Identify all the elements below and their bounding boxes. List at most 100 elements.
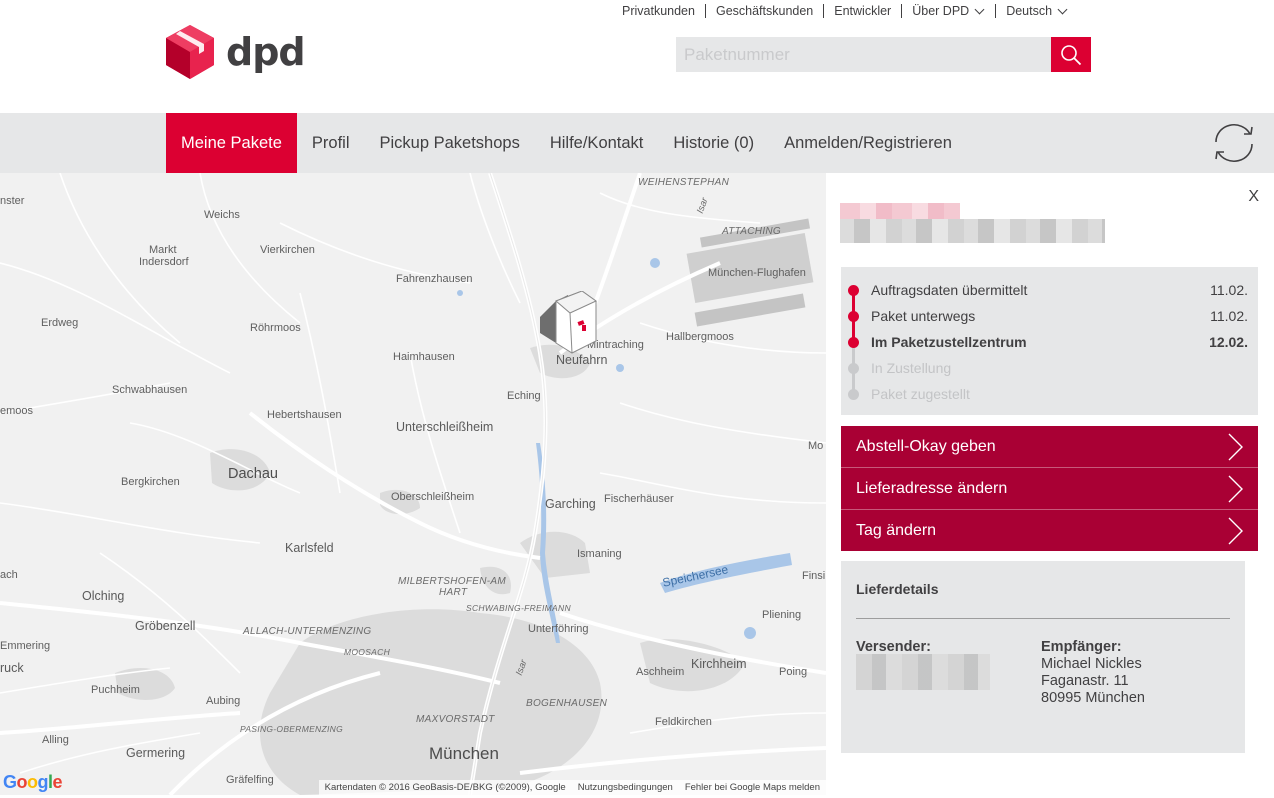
chevron-right-icon <box>1228 433 1243 461</box>
nav-tab-anmelden[interactable]: Anmelden/Registrieren <box>769 113 967 173</box>
status-label: Paket unterwegs <box>871 308 976 324</box>
chevron-down-icon <box>974 4 985 14</box>
nav-tab-profil[interactable]: Profil <box>297 113 365 173</box>
map-attribution: Kartendaten © 2016 GeoBasis-DE/BKG (©200… <box>324 782 566 793</box>
map-label: WEIHENSTEPHAN <box>638 177 730 188</box>
map-label: München-Flughafen <box>708 267 806 279</box>
map-label: Indersdorf <box>139 256 189 268</box>
refresh-icon <box>1215 124 1253 162</box>
utility-link-label: Privatkunden <box>622 4 695 18</box>
main-nav-bar: Meine Pakete Profil Pickup Paketshops Hi… <box>0 113 1274 173</box>
map-label: Dachau <box>228 466 278 482</box>
sender-heading: Versender: <box>856 639 931 655</box>
action-tag-aendern[interactable]: Tag ändern <box>841 510 1258 552</box>
details-divider <box>856 618 1230 619</box>
close-panel-button[interactable]: X <box>1248 188 1259 206</box>
chevron-right-icon <box>1228 517 1243 545</box>
map-label: Oberschleißheim <box>391 491 475 503</box>
map-label: Fischerhäuser <box>604 493 674 505</box>
google-logo[interactable]: Google <box>3 772 63 793</box>
action-label: Lieferadresse ändern <box>856 479 1008 497</box>
status-step: Paket unterwegs 11.02. <box>841 303 1258 329</box>
map-label: Pliening <box>762 609 802 621</box>
map-label: HART <box>439 587 468 598</box>
map-label: Markt <box>149 244 177 256</box>
redacted-parcel-title <box>840 203 960 219</box>
tracking-map[interactable]: WEIHENSTEPHAN Isar ATTACHING München-Flu… <box>0 173 826 795</box>
utility-link-label: Entwickler <box>834 4 892 18</box>
map-report-link[interactable]: Fehler bei Google Maps melden <box>679 782 826 793</box>
action-label: Tag ändern <box>856 522 937 539</box>
map-label: Mo <box>808 440 824 452</box>
map-label: Karlsfeld <box>285 541 334 555</box>
refresh-button[interactable] <box>1208 121 1260 165</box>
map-label: MOOSACH <box>344 647 391 657</box>
status-timeline: Auftragsdaten übermittelt 11.02. Paket u… <box>841 267 1258 415</box>
logo-wordmark: dpd <box>226 30 306 74</box>
map-label: Poing <box>779 666 808 678</box>
map-label: BOGENHAUSEN <box>526 698 608 709</box>
map-label: Emmering <box>0 640 51 652</box>
parcel-box-marker-icon[interactable] <box>538 291 600 357</box>
utility-link-geschaeftskunden[interactable]: Geschäftskunden <box>706 4 825 18</box>
map-label: ALLACH-UNTERMENZING <box>243 626 372 637</box>
map-label: Erdweg <box>41 317 79 329</box>
utility-link-entwickler[interactable]: Entwickler <box>824 4 903 18</box>
map-label: Gröbenzell <box>135 619 196 633</box>
search-icon <box>1061 44 1082 65</box>
search-input[interactable] <box>676 37 1051 72</box>
map-label: MAXVORSTADT <box>416 714 495 725</box>
map-label: Germering <box>126 746 186 760</box>
map-label: ach <box>0 569 18 581</box>
delivery-details: Lieferdetails Versender: Empfänger: Mich… <box>841 561 1245 753</box>
status-label: Paket zugestellt <box>871 386 970 402</box>
language-dropdown[interactable]: Deutsch <box>996 4 1078 18</box>
status-step: Auftragsdaten übermittelt 11.02. <box>841 277 1258 303</box>
utility-nav: Privatkunden Geschäftskunden Entwickler … <box>612 4 1078 18</box>
redacted-sender-address <box>856 654 990 690</box>
status-dot-icon <box>848 362 859 374</box>
map-label: Garching <box>545 497 596 511</box>
map-label: Weichs <box>204 209 240 221</box>
status-date: 12.02. <box>1209 334 1248 350</box>
map-label: PASING-OBERMENZING <box>240 724 344 734</box>
nav-tab-historie[interactable]: Historie (0) <box>658 113 769 173</box>
map-label: emoos <box>0 405 34 417</box>
details-title: Lieferdetails <box>856 581 939 597</box>
redacted-parcel-number <box>840 219 1105 243</box>
map-label: Haimhausen <box>393 351 455 363</box>
status-step-pending: Paket zugestellt <box>841 381 1258 407</box>
map-label: Hallbergmoos <box>666 331 734 343</box>
map-label: ATTACHING <box>722 226 781 237</box>
google-logo-letter: g <box>37 772 49 792</box>
map-terms-link[interactable]: Nutzungsbedingungen <box>572 782 679 793</box>
map-footer: Kartendaten © 2016 GeoBasis-DE/BKG (©200… <box>318 780 826 795</box>
status-dot-icon <box>848 336 859 348</box>
utility-link-privatkunden[interactable]: Privatkunden <box>612 4 706 18</box>
map-label: Schwabhausen <box>112 384 188 396</box>
nav-tab-pickup-paketshops[interactable]: Pickup Paketshops <box>365 113 535 173</box>
map-label: Unterschleißheim <box>396 420 494 434</box>
search-button[interactable] <box>1051 37 1091 72</box>
action-abstell-okay[interactable]: Abstell-Okay geben <box>841 426 1258 468</box>
map-label: Eching <box>507 390 541 402</box>
utility-link-label: Geschäftskunden <box>715 4 814 18</box>
recipient-street: Faganastr. 11 <box>1041 673 1129 689</box>
chevron-down-icon <box>1057 4 1068 14</box>
map-label: Finsi <box>802 570 826 582</box>
dpd-cube-icon <box>166 25 214 79</box>
map-label: Ismaning <box>577 548 622 560</box>
nav-tab-hilfe-kontakt[interactable]: Hilfe/Kontakt <box>535 113 659 173</box>
dpd-logo[interactable]: dpd <box>166 25 306 79</box>
map-label: Olching <box>82 589 125 603</box>
parcel-detail-panel: X Auftragsdaten übermittelt 11.02. Paket… <box>826 179 1274 795</box>
recipient-city: 80995 München <box>1041 690 1145 706</box>
status-dot-icon <box>848 310 859 322</box>
map-label: München <box>429 744 499 763</box>
map-label: nster <box>0 195 25 207</box>
utility-dropdown-ueber-dpd[interactable]: Über DPD <box>902 4 997 18</box>
action-lieferadresse-aendern[interactable]: Lieferadresse ändern <box>841 468 1258 510</box>
status-label: Auftragsdaten übermittelt <box>871 282 1028 298</box>
map-label: Feldkirchen <box>655 716 712 728</box>
nav-tab-meine-pakete[interactable]: Meine Pakete <box>166 113 297 173</box>
